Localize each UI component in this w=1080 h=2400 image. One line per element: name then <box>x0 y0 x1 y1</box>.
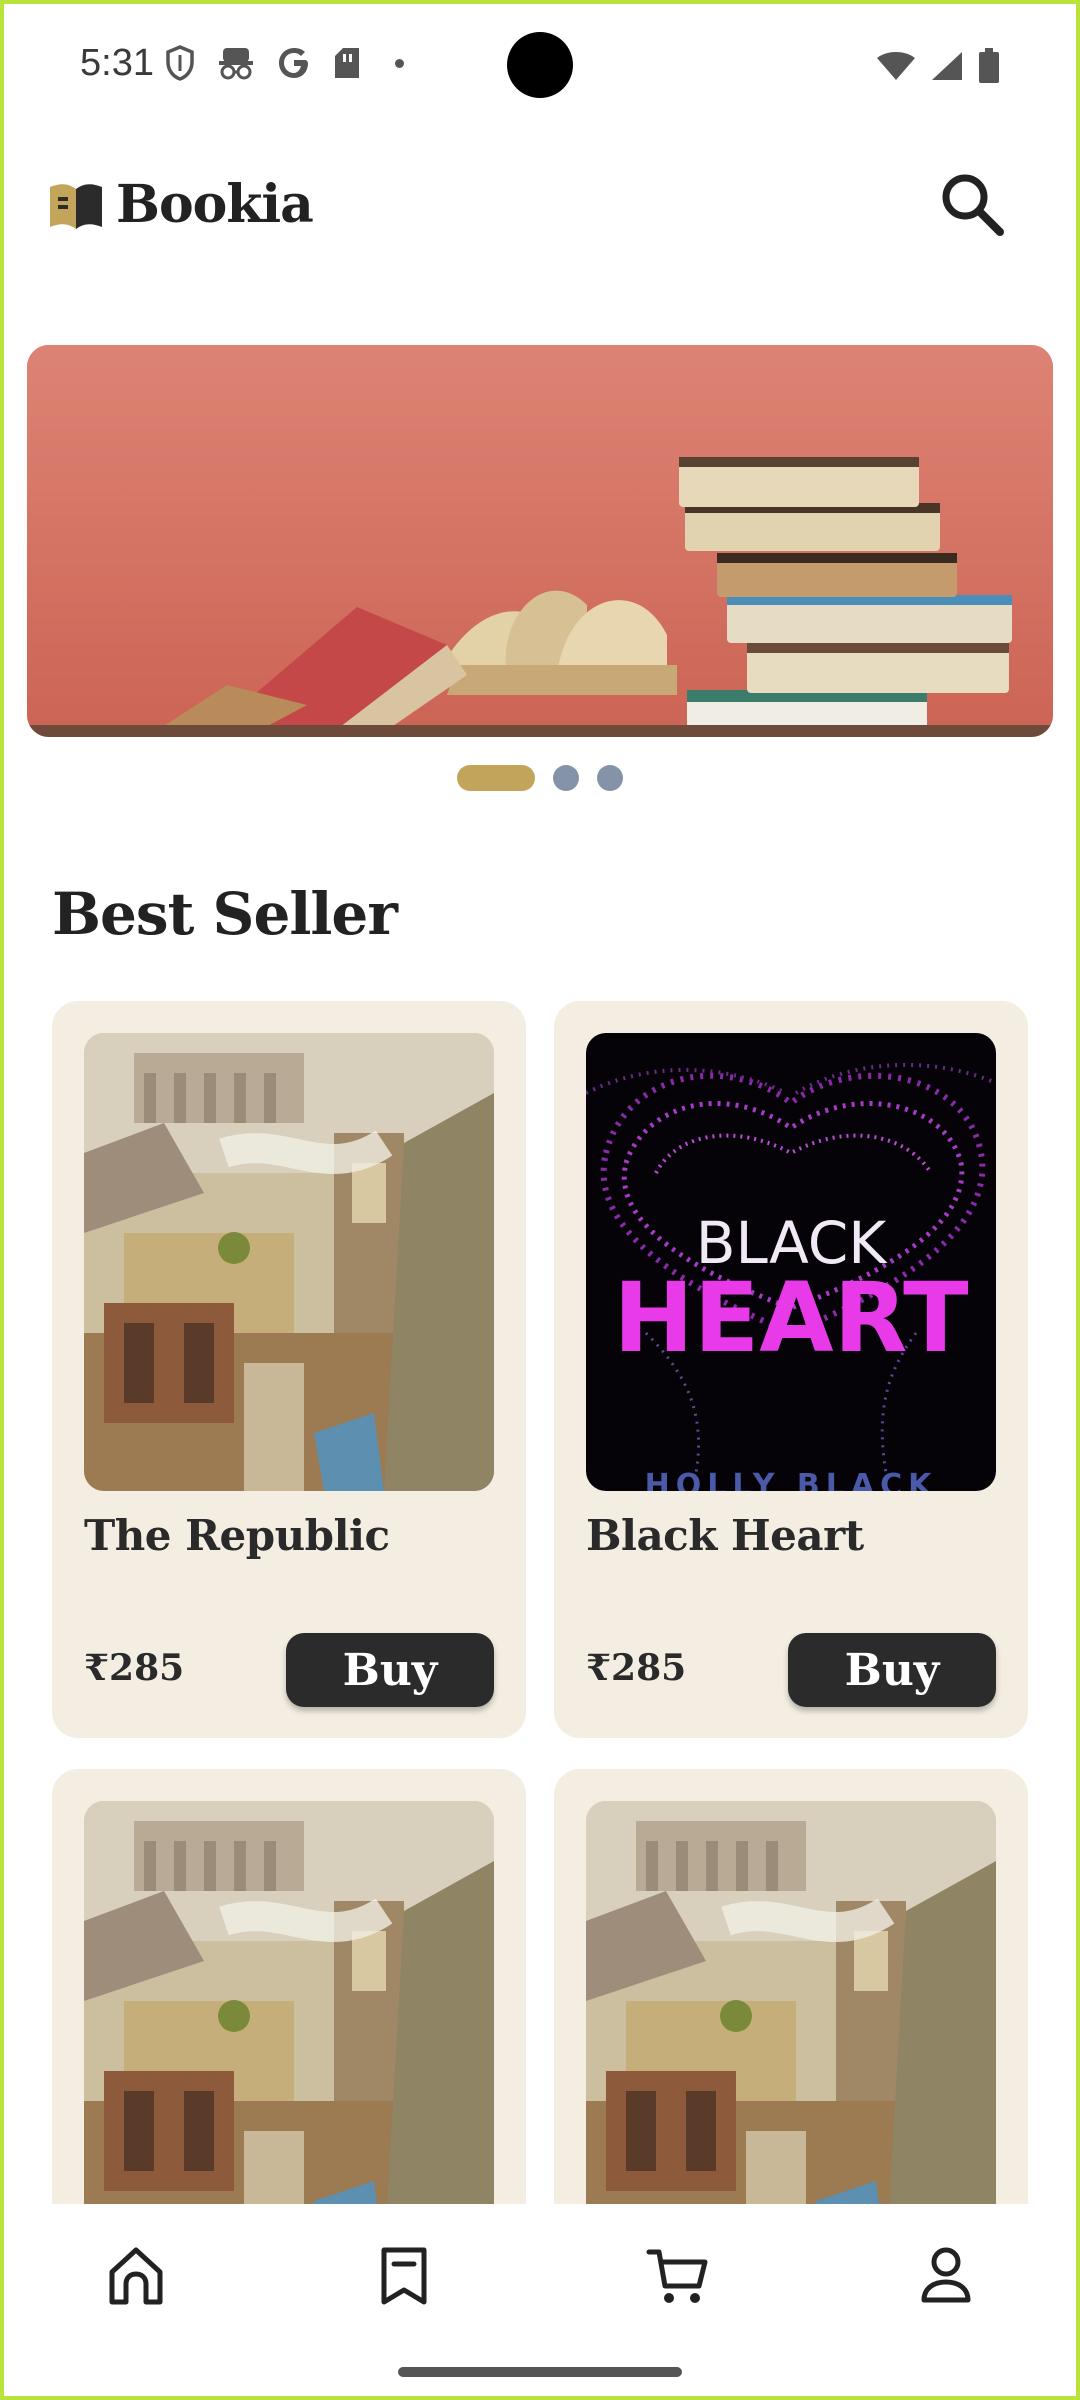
camera-cutout <box>507 32 573 98</box>
profile-icon <box>916 2244 976 2313</box>
search-button[interactable] <box>934 168 1010 244</box>
book-logo-icon <box>46 175 106 235</box>
book-title: Black Heart <box>586 1511 864 1560</box>
book-card[interactable]: BLACK HEART HOLLY BLACK Black Heart ₹285… <box>554 1001 1028 1738</box>
stack-of-books-banner <box>27 345 1053 737</box>
book-title: The Republic <box>84 1511 390 1560</box>
cover-author: HOLLY BLACK <box>645 1468 938 1491</box>
status-icons-left <box>165 45 404 81</box>
nav-home[interactable] <box>96 2238 176 2318</box>
republic-cover <box>84 1801 494 2259</box>
shield-icon <box>165 45 195 81</box>
google-icon <box>277 46 311 80</box>
buy-button[interactable]: Buy <box>286 1633 494 1707</box>
search-icon <box>937 169 1007 244</box>
sim-card-icon <box>333 46 361 80</box>
section-title: Best Seller <box>52 880 398 948</box>
republic-cover <box>84 1033 494 1491</box>
wifi-icon <box>876 50 916 87</box>
status-time: 5:31 <box>80 42 154 84</box>
promo-banner[interactable] <box>27 345 1053 737</box>
cart-icon <box>645 2244 711 2313</box>
app-header: Bookia <box>0 150 1080 260</box>
status-icons-right <box>876 48 1000 89</box>
pagination-dot[interactable] <box>597 765 623 791</box>
book-card[interactable]: The Republic ₹285 Buy <box>52 1001 526 1738</box>
battery-icon <box>978 48 1000 89</box>
nav-profile[interactable] <box>906 2238 986 2318</box>
pagination-dot-active[interactable] <box>457 765 535 791</box>
notification-dot-icon <box>395 58 404 68</box>
book-price: ₹285 <box>84 1647 185 1689</box>
status-bar: 5:31 <box>0 0 1080 130</box>
buy-button[interactable]: Buy <box>788 1633 996 1707</box>
book-price: ₹285 <box>586 1647 687 1689</box>
app-logo[interactable]: Bookia <box>46 174 314 235</box>
banner-pagination <box>0 764 1080 792</box>
black-heart-cover: BLACK HEART HOLLY BLACK <box>586 1033 996 1491</box>
signal-icon <box>930 50 964 87</box>
home-indicator[interactable] <box>398 2367 682 2377</box>
incognito-icon <box>217 46 255 80</box>
home-icon <box>104 2244 168 2313</box>
nav-cart[interactable] <box>638 2238 718 2318</box>
bottom-nav <box>0 2204 1080 2400</box>
republic-cover <box>586 1801 996 2259</box>
bookmark-icon <box>374 2244 434 2313</box>
app-name: Bookia <box>116 174 314 235</box>
nav-bookmarks[interactable] <box>364 2238 444 2318</box>
pagination-dot[interactable] <box>553 765 579 791</box>
cover-title-line-2: HEART <box>613 1262 968 1374</box>
